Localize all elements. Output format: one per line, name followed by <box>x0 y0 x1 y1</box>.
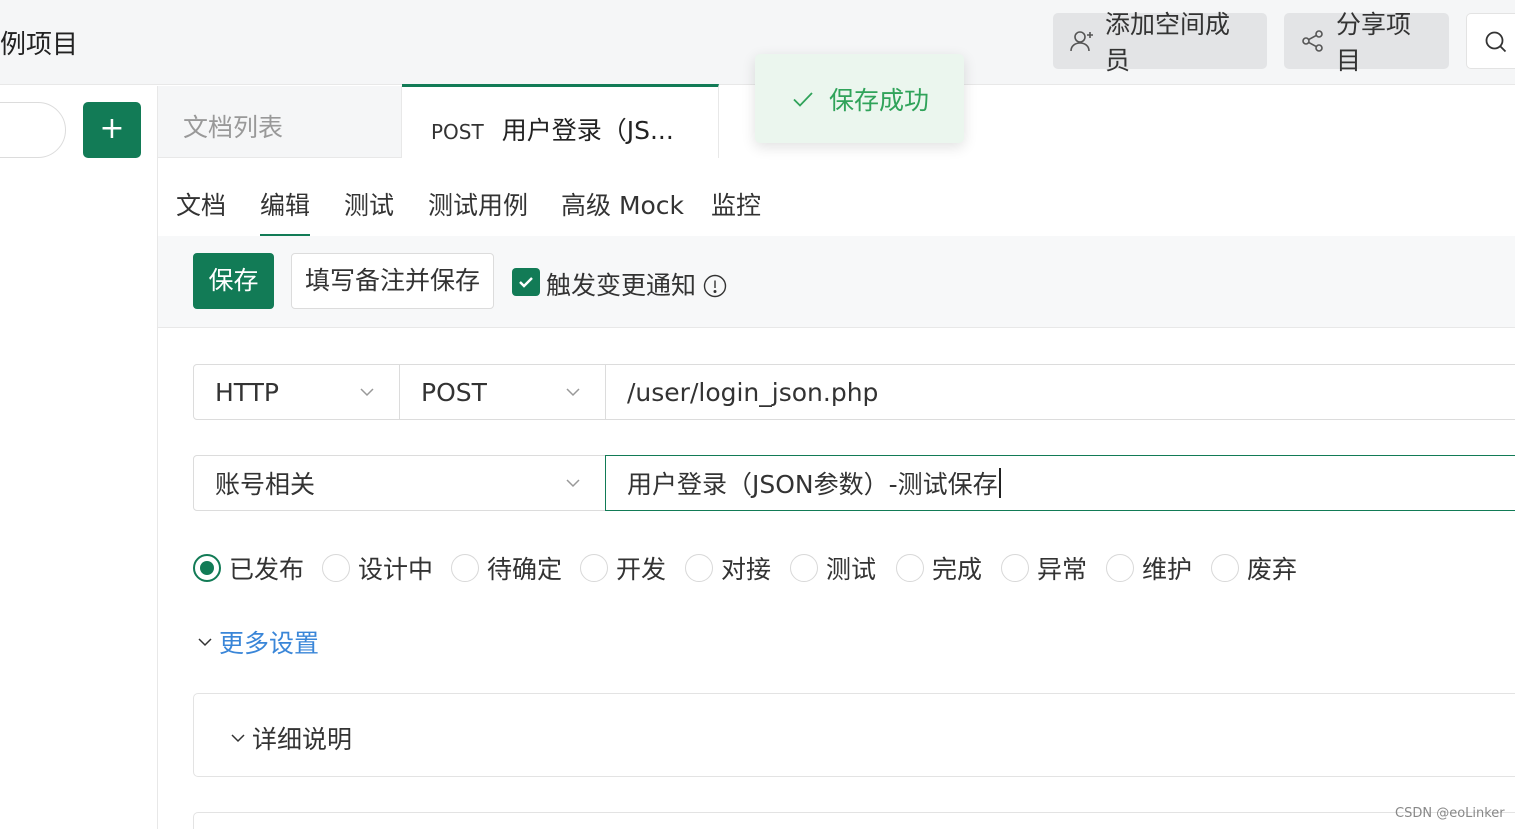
subtab-edit[interactable]: 编辑 <box>260 186 311 237</box>
status-label: 测试 <box>826 555 877 584</box>
status-label: 维护 <box>1142 555 1193 584</box>
status-radio-published[interactable]: 已发布 <box>193 550 304 586</box>
radio-dot <box>790 554 818 582</box>
status-radio-complete[interactable]: 完成 <box>896 550 982 586</box>
subtab-test-cases[interactable]: 测试用例 <box>428 186 528 222</box>
plus-icon: + <box>99 111 125 146</box>
status-label: 设计中 <box>358 555 434 584</box>
status-radio-development[interactable]: 开发 <box>580 550 666 586</box>
add-space-member-button[interactable]: 添加空间成员 <box>1053 10 1267 75</box>
status-label: 异常 <box>1037 555 1088 584</box>
subtab-advanced-mock[interactable]: 高级 Mock <box>561 186 684 222</box>
status-label: 完成 <box>932 555 983 584</box>
notify-checkbox[interactable] <box>512 268 540 296</box>
search-button[interactable] <box>1466 13 1515 69</box>
protocol-select[interactable]: HTTP <box>193 364 400 420</box>
radio-dot <box>1106 554 1134 582</box>
info-icon[interactable] <box>703 274 727 298</box>
action-bar: 保存 填写备注并保存 触发变更通知 <box>158 236 1515 328</box>
tab-api-user-login[interactable]: POST 用户登录（JS... <box>402 84 719 158</box>
radio-dot <box>896 554 924 582</box>
group-value: 账号相关 <box>215 470 316 499</box>
subtab-doc[interactable]: 文档 <box>176 186 226 222</box>
radio-dot <box>322 554 350 582</box>
api-name-value: 用户登录（JSON参数）-测试保存 <box>627 470 998 499</box>
save-with-note-button[interactable]: 填写备注并保存 <box>291 253 494 309</box>
chevron-down-icon <box>566 479 580 488</box>
tab-doc-list-label: 文档列表 <box>183 113 284 142</box>
tab-api-name: 用户登录（JS... <box>501 116 674 145</box>
detail-description-label: 详细说明 <box>252 725 353 754</box>
method-value: POST <box>421 377 487 407</box>
tab-api-method: POST <box>431 120 484 144</box>
user-plus-icon <box>1069 28 1095 54</box>
more-settings-toggle[interactable]: 更多设置 <box>197 624 319 660</box>
notify-label: 触发变更通知 <box>546 271 697 300</box>
add-space-member-label: 添加空间成员 <box>1105 10 1231 75</box>
radio-dot <box>685 554 713 582</box>
detail-description-panel: 详细说明 <box>193 693 1515 777</box>
status-label: 已发布 <box>229 555 305 584</box>
status-label: 对接 <box>721 555 772 584</box>
chevron-down-icon <box>360 388 374 397</box>
toast-message: 保存成功 <box>829 85 930 115</box>
save-button[interactable]: 保存 <box>193 253 274 309</box>
search-icon <box>1483 29 1509 55</box>
radio-dot <box>193 554 221 582</box>
watermark: CSDN @eoLinker <box>1395 806 1505 821</box>
add-api-button[interactable]: + <box>83 102 141 158</box>
detail-description-toggle[interactable]: 详细说明 <box>230 720 352 756</box>
status-label: 废弃 <box>1247 555 1298 584</box>
more-settings-label: 更多设置 <box>219 629 320 658</box>
share-project-label: 分享项目 <box>1336 10 1412 75</box>
next-section-panel <box>193 812 1515 829</box>
save-success-toast: 保存成功 <box>755 54 964 143</box>
radio-dot <box>580 554 608 582</box>
status-radio-integration[interactable]: 对接 <box>685 550 771 586</box>
chevron-down-icon <box>231 734 245 743</box>
radio-dot <box>1211 554 1239 582</box>
status-radio-testing[interactable]: 测试 <box>790 550 876 586</box>
share-project-button[interactable]: 分享项目 <box>1284 10 1449 75</box>
check-icon <box>791 87 815 111</box>
radio-dot <box>1001 554 1029 582</box>
method-select[interactable]: POST <box>399 364 606 420</box>
protocol-value: HTTP <box>215 377 279 407</box>
url-value: /user/login_json.php <box>627 377 879 407</box>
tab-doc-list[interactable]: 文档列表 <box>158 86 402 158</box>
status-radio-deprecated[interactable]: 废弃 <box>1211 550 1297 586</box>
url-input[interactable]: /user/login_json.php <box>605 364 1515 420</box>
status-radio-pending[interactable]: 待确定 <box>451 550 562 586</box>
text-caret <box>998 468 1001 498</box>
subtab-test[interactable]: 测试 <box>344 186 394 222</box>
status-label: 开发 <box>616 555 667 584</box>
status-radio-abnormal[interactable]: 异常 <box>1001 550 1087 586</box>
status-radio-maintenance[interactable]: 维护 <box>1106 550 1192 586</box>
api-name-input[interactable]: 用户登录（JSON参数）-测试保存 <box>605 455 1515 511</box>
group-select[interactable]: 账号相关 <box>193 455 606 511</box>
chevron-down-icon <box>566 388 580 397</box>
project-title: 例项目 <box>0 30 79 60</box>
status-radio-designing[interactable]: 设计中 <box>322 550 433 586</box>
checkmark-icon <box>519 277 533 288</box>
status-label: 待确定 <box>487 555 563 584</box>
radio-dot <box>451 554 479 582</box>
chevron-down-icon <box>198 638 212 647</box>
share-icon <box>1300 28 1326 54</box>
sidebar-search-input[interactable] <box>0 102 66 158</box>
subtab-monitor[interactable]: 监控 <box>711 186 761 222</box>
sidebar: + <box>0 86 158 829</box>
